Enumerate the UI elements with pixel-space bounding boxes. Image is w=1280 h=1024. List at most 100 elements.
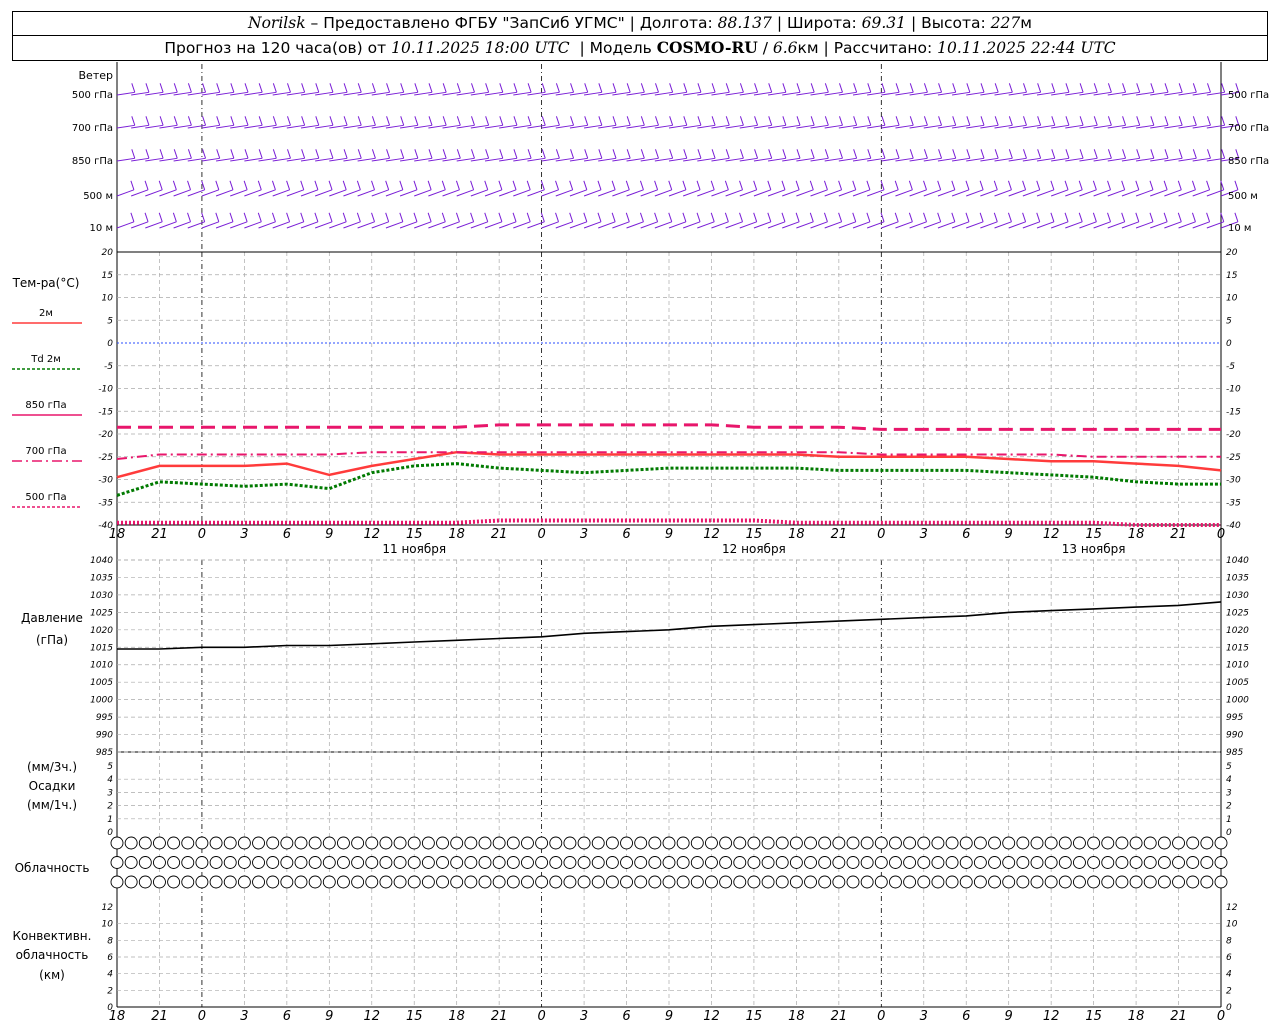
wind-barb-feather <box>272 83 277 93</box>
x-tick-label-bottom: 15 <box>406 1009 423 1024</box>
wind-barb-feather <box>541 116 546 126</box>
wind-barb-feather <box>512 180 517 190</box>
wind-barb-feather <box>441 212 446 222</box>
cloud-cover-symbol <box>747 875 761 889</box>
cloud-cover-symbol <box>988 836 1001 850</box>
wind-barb-feather <box>881 116 886 126</box>
y-tick-label: 8 <box>107 936 113 946</box>
wind-barb-feather <box>979 212 984 222</box>
wind-barb-feather <box>1037 83 1042 93</box>
wind-barb-feather <box>626 83 631 93</box>
wind-barb-feather <box>655 149 659 159</box>
cloud-cover-symbol <box>436 875 449 889</box>
cloud-cover-symbol <box>931 875 945 889</box>
wind-barb-feather <box>683 149 688 159</box>
cloud-cover-symbol <box>889 856 902 869</box>
cloud-cover-symbol <box>846 836 860 850</box>
cloud-cover-symbol <box>662 875 676 889</box>
wind-barb-feather <box>1078 212 1083 222</box>
wind-barb-feather <box>1136 149 1141 159</box>
wind-barb-feather <box>683 116 688 126</box>
cloud-cover-symbol <box>407 836 421 850</box>
cloud-cover-symbol <box>1172 856 1185 869</box>
y-tick-label-right: 1040 <box>1226 556 1249 566</box>
wind-barb-feather <box>1093 83 1098 93</box>
cloud-cover-symbol <box>1087 856 1101 869</box>
wind-barb-feather <box>357 83 362 93</box>
x-tick-label: 6 <box>283 527 291 542</box>
wind-barb-shaft <box>1036 189 1055 197</box>
wind-barb-shaft <box>739 221 757 229</box>
wind-barb-feather <box>1164 83 1169 93</box>
wind-barb-feather <box>130 180 135 190</box>
cloud-cover-symbol <box>1101 875 1115 889</box>
temperature-title: Тем-ра(°C) <box>12 276 80 290</box>
wind-barb-feather <box>938 116 943 126</box>
cloud-cover-symbol <box>308 836 322 850</box>
wind-barb-shaft <box>371 189 389 197</box>
wind-barb-feather <box>215 180 220 190</box>
wind-barb-shaft <box>1150 189 1168 197</box>
wind-barb-feather <box>923 212 927 222</box>
wind-barb-feather <box>668 180 673 190</box>
cloud-cover-symbol <box>874 875 888 889</box>
wind-barb-shaft <box>1008 221 1026 229</box>
wind-barb-feather <box>1065 116 1070 126</box>
wind-barb-feather <box>782 83 787 93</box>
wind-barb-shaft <box>824 221 842 229</box>
wind-barb-shaft <box>796 221 814 229</box>
wind-barb-feather <box>287 116 291 126</box>
wind-barb-shaft <box>1008 189 1026 197</box>
wind-barb-shaft <box>1022 189 1040 197</box>
wind-barb-shaft <box>1065 189 1083 197</box>
wind-barb-shaft <box>796 189 814 197</box>
cloud-cover-symbol <box>365 875 379 889</box>
wind-barb-feather <box>202 83 207 93</box>
y-tick-label: -10 <box>98 385 113 395</box>
y-tick-label: 4 <box>107 775 113 785</box>
wind-barb-feather <box>272 149 277 159</box>
wind-barb-feather <box>257 180 262 190</box>
wind-barb-feather <box>258 116 263 126</box>
y-tick-label-right: 2 <box>1226 986 1232 996</box>
wind-barb-feather <box>768 149 773 159</box>
wind-barb-feather <box>724 180 729 190</box>
y-tick-label: -20 <box>98 430 113 440</box>
wind-barb-feather <box>329 149 334 159</box>
y-tick-label-right: 6 <box>1226 953 1232 963</box>
wind-barb-shaft <box>357 189 375 197</box>
wind-barb-shaft <box>329 189 347 197</box>
wind-barb-shaft <box>682 221 701 229</box>
wind-barb-feather <box>965 212 970 222</box>
wind-barb-feather <box>923 83 928 93</box>
wind-barb-feather <box>908 180 913 190</box>
x-tick-label: 9 <box>325 527 333 542</box>
wind-barb-feather <box>980 83 985 93</box>
cloud-cover-symbol <box>1058 875 1072 889</box>
wind-barb-feather <box>229 180 234 190</box>
wind-barb-feather <box>1036 180 1041 190</box>
x-tick-label-bottom: 0 <box>198 1009 206 1024</box>
cloud-cover-symbol <box>1157 836 1171 850</box>
wind-barb-feather <box>853 149 858 159</box>
wind-barb-feather <box>781 212 786 222</box>
wind-barb-feather <box>1221 83 1226 93</box>
x-tick-label: 15 <box>406 527 423 542</box>
wind-barb-feather <box>442 149 447 159</box>
wind-barb-feather <box>1207 83 1211 93</box>
x-tick-label-bottom: 0 <box>1217 1009 1225 1024</box>
wind-barb-feather <box>782 149 787 159</box>
wind-barb-feather <box>640 83 645 93</box>
wind-level-label: 500 гПа <box>72 90 113 101</box>
wind-barb-feather <box>1122 149 1127 159</box>
x-tick-label-bottom: 12 <box>1043 1009 1060 1024</box>
cloud-cover-symbol <box>874 856 888 869</box>
cloud-cover-symbol <box>563 875 577 889</box>
cloud-cover-symbol <box>1129 856 1143 869</box>
cloud-cover-symbol <box>620 856 633 869</box>
wind-barb-feather <box>710 212 715 222</box>
cloud-cover-symbol <box>634 856 648 869</box>
wind-barb-feather <box>230 149 235 159</box>
wind-barb-feather <box>810 83 815 93</box>
y-tick-label: 4 <box>107 970 113 980</box>
